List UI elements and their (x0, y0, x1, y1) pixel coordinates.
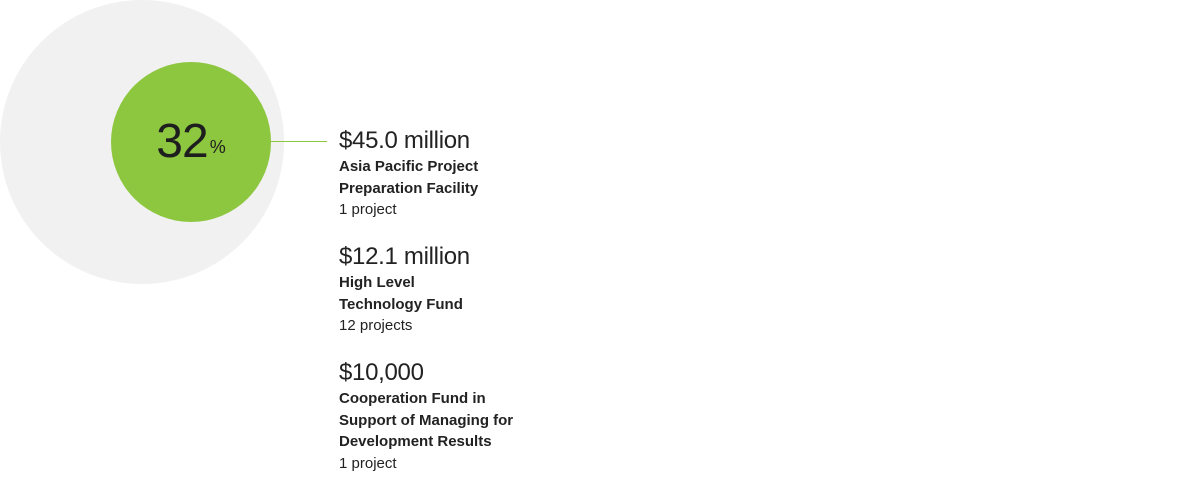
percent-sign: % (209, 137, 226, 157)
fund-entry: $45.0 million Asia Pacific Project Prepa… (339, 126, 759, 221)
fund-project-count: 1 project (339, 454, 397, 472)
fund-project-count: 1 project (339, 201, 397, 218)
fund-project-count: 12 projects (339, 317, 413, 334)
fund-amount: $12.1 million (339, 243, 470, 270)
percentage-value: 32 (156, 115, 208, 168)
fund-entry: $10,000 Cooperation Fund in Support of M… (339, 358, 759, 475)
fund-amount: $45.0 million (339, 127, 470, 154)
fund-name: Asia Pacific Project Preparation Facilit… (339, 158, 479, 197)
fund-amount: $10,000 (339, 359, 424, 386)
fund-name: Cooperation Fund in Support of Managing … (339, 390, 514, 450)
percentage-label: 32 % (111, 62, 271, 222)
fund-list: $45.0 million Asia Pacific Project Prepa… (339, 126, 759, 496)
fund-name: High Level Technology Fund (339, 274, 463, 313)
connector-line (271, 141, 327, 142)
fund-entry: $12.1 million High Level Technology Fund… (339, 242, 759, 337)
